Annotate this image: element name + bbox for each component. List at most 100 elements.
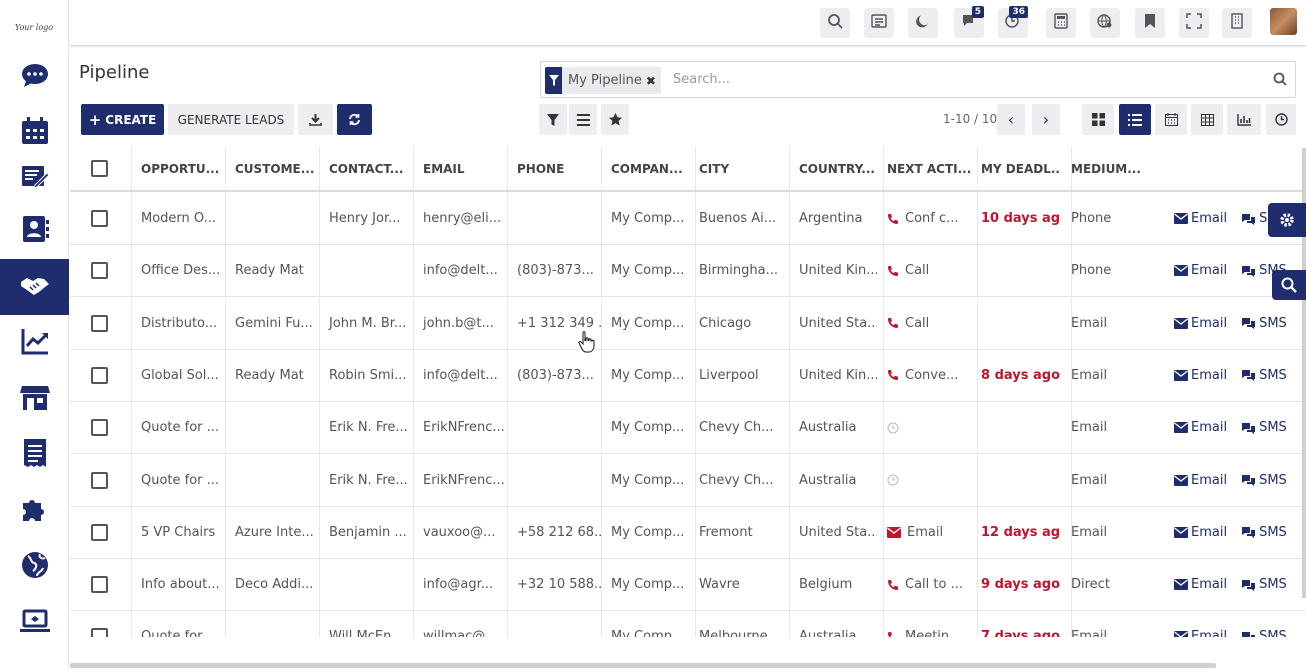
view-activity-button[interactable] bbox=[1266, 104, 1296, 135]
list-button[interactable] bbox=[864, 8, 894, 38]
column-header[interactable]: COMPAN... bbox=[601, 147, 689, 190]
row-checkbox[interactable] bbox=[91, 366, 108, 384]
sms-button[interactable]: SMS bbox=[1241, 629, 1287, 637]
clock-icon[interactable] bbox=[887, 422, 899, 434]
column-header[interactable]: NEXT ACTI... bbox=[877, 147, 971, 190]
column-header[interactable]: CITY bbox=[689, 147, 789, 190]
sms-button[interactable]: SMS bbox=[1241, 368, 1287, 383]
envelope-icon[interactable] bbox=[887, 526, 901, 538]
calculator-button[interactable] bbox=[1046, 8, 1076, 38]
table-row[interactable]: Quote for ... Erik N. Fre... ErikNFrenc...… bbox=[70, 402, 1306, 455]
column-header[interactable]: COUNTRY... bbox=[789, 147, 877, 190]
phone-icon[interactable] bbox=[887, 317, 899, 329]
table-row[interactable]: Global Sol... Ready Mat Robin Smi... info@d… bbox=[70, 349, 1306, 402]
sms-button[interactable]: SMS bbox=[1241, 577, 1287, 592]
pager-value[interactable]: 1-10 / 10 bbox=[943, 112, 997, 126]
view-list-button[interactable] bbox=[1119, 104, 1151, 135]
search-icon[interactable] bbox=[1273, 72, 1287, 90]
table-row[interactable]: Modern O... Henry Jor... henry@eli... My Co… bbox=[70, 193, 1306, 245]
search-bar[interactable]: My Pipeline ✖ Search... bbox=[540, 61, 1296, 98]
sidebar-item-laptop[interactable] bbox=[0, 595, 69, 651]
column-header[interactable]: OPPORTU... bbox=[131, 147, 225, 190]
table-row[interactable]: Quote for... Will McEn... willmac@... My Co… bbox=[70, 611, 1306, 637]
row-checkbox[interactable] bbox=[91, 262, 108, 280]
sidebar-item-contacts[interactable] bbox=[0, 203, 69, 259]
generate-leads-button[interactable]: GENERATE LEADS bbox=[168, 104, 294, 135]
building-button[interactable] bbox=[1222, 8, 1252, 38]
horizontal-scrollbar[interactable] bbox=[70, 663, 1216, 668]
view-calendar-button[interactable] bbox=[1155, 104, 1187, 135]
sms-button[interactable]: SMS bbox=[1241, 525, 1287, 540]
row-checkbox[interactable] bbox=[91, 210, 108, 227]
refresh-button[interactable] bbox=[337, 104, 372, 135]
search-facet[interactable]: My Pipeline ✖ bbox=[545, 67, 661, 94]
sms-button[interactable]: SMS bbox=[1241, 316, 1287, 331]
select-all-checkbox[interactable] bbox=[91, 160, 108, 177]
messages-button[interactable]: 5 bbox=[954, 6, 984, 38]
phone-icon[interactable] bbox=[887, 631, 899, 637]
view-kanban-button[interactable] bbox=[1082, 104, 1114, 135]
pager-previous-button[interactable]: ‹ bbox=[997, 104, 1025, 135]
phone-icon[interactable] bbox=[887, 579, 899, 591]
sidebar-item-store[interactable] bbox=[0, 371, 69, 427]
table-row[interactable]: 5 VP Chairs Azure Inte... Benjamin ... vaux… bbox=[70, 506, 1306, 559]
row-checkbox[interactable] bbox=[91, 628, 108, 637]
download-button[interactable] bbox=[298, 104, 333, 135]
facet-remove-icon[interactable]: ✖ bbox=[646, 74, 661, 88]
table-row[interactable]: Info about... Deco Addi... info@agr... +32 … bbox=[70, 559, 1306, 612]
sidebar-item-globe[interactable] bbox=[0, 539, 69, 595]
row-checkbox[interactable] bbox=[91, 419, 108, 437]
zoom-float-button[interactable] bbox=[1272, 270, 1306, 300]
fullscreen-button[interactable] bbox=[1179, 8, 1209, 38]
search-input[interactable]: Search... bbox=[673, 72, 730, 87]
email-button[interactable]: Email bbox=[1174, 420, 1227, 435]
column-header[interactable]: PHONE bbox=[507, 147, 601, 190]
email-button[interactable]: Email bbox=[1174, 525, 1227, 540]
view-graph-button[interactable] bbox=[1227, 104, 1261, 135]
pager-next-button[interactable]: › bbox=[1032, 104, 1060, 135]
bookmark-button[interactable] bbox=[1135, 8, 1165, 38]
email-button[interactable]: Email bbox=[1174, 473, 1227, 488]
row-checkbox[interactable] bbox=[91, 471, 108, 489]
column-header[interactable]: EMAIL bbox=[413, 147, 507, 190]
settings-float-button[interactable] bbox=[1268, 203, 1306, 237]
row-checkbox[interactable] bbox=[91, 576, 108, 594]
sidebar-item-note-edit[interactable] bbox=[0, 150, 69, 206]
create-button[interactable]: + CREATE bbox=[81, 104, 164, 135]
table-row[interactable]: Office Des... Ready Mat info@delt... (803)-… bbox=[70, 245, 1306, 298]
view-pivot-button[interactable] bbox=[1191, 104, 1223, 135]
phone-icon[interactable] bbox=[887, 265, 899, 277]
table-row[interactable]: Quote for ... Erik N. Fre... ErikNFrenc...… bbox=[70, 454, 1306, 507]
sidebar-item-chart-line[interactable] bbox=[0, 315, 69, 371]
row-checkbox[interactable] bbox=[91, 523, 108, 541]
column-header[interactable]: MY DEADL... bbox=[971, 147, 1061, 190]
sidebar-item-chat[interactable] bbox=[0, 49, 69, 105]
sms-button[interactable]: SMS bbox=[1241, 473, 1287, 488]
clock-icon[interactable] bbox=[887, 474, 899, 486]
phone-icon[interactable] bbox=[887, 369, 899, 381]
sidebar-item-puzzle[interactable] bbox=[0, 483, 69, 539]
column-header[interactable]: MEDIUM... bbox=[1061, 147, 1211, 190]
phone-icon[interactable] bbox=[887, 213, 899, 225]
column-header[interactable]: CONTACT... bbox=[319, 147, 413, 190]
email-button[interactable]: Email bbox=[1174, 316, 1227, 331]
column-header[interactable]: CUSTOME... bbox=[225, 147, 319, 190]
favorites-button[interactable] bbox=[601, 104, 629, 135]
table-row[interactable]: Distributo... Gemini Fu... John M. Br... jo… bbox=[70, 297, 1306, 350]
sidebar-item-receipt[interactable] bbox=[0, 427, 69, 483]
search-button[interactable] bbox=[820, 8, 850, 38]
sms-button[interactable]: SMS bbox=[1241, 420, 1287, 435]
globe-settings-button[interactable] bbox=[1090, 8, 1120, 38]
sidebar-item-handshake[interactable] bbox=[0, 259, 69, 315]
email-button[interactable]: Email bbox=[1174, 368, 1227, 383]
email-button[interactable]: Email bbox=[1174, 577, 1227, 592]
email-button[interactable]: Email bbox=[1174, 629, 1227, 637]
filter-button[interactable] bbox=[539, 104, 567, 135]
email-button[interactable]: Email bbox=[1174, 263, 1227, 278]
activity-button[interactable]: 36 bbox=[998, 6, 1028, 38]
user-avatar[interactable] bbox=[1270, 8, 1297, 35]
moon-button[interactable] bbox=[908, 8, 938, 38]
group-by-button[interactable] bbox=[569, 104, 597, 135]
email-button[interactable]: Email bbox=[1174, 211, 1227, 226]
row-checkbox[interactable] bbox=[91, 314, 108, 332]
